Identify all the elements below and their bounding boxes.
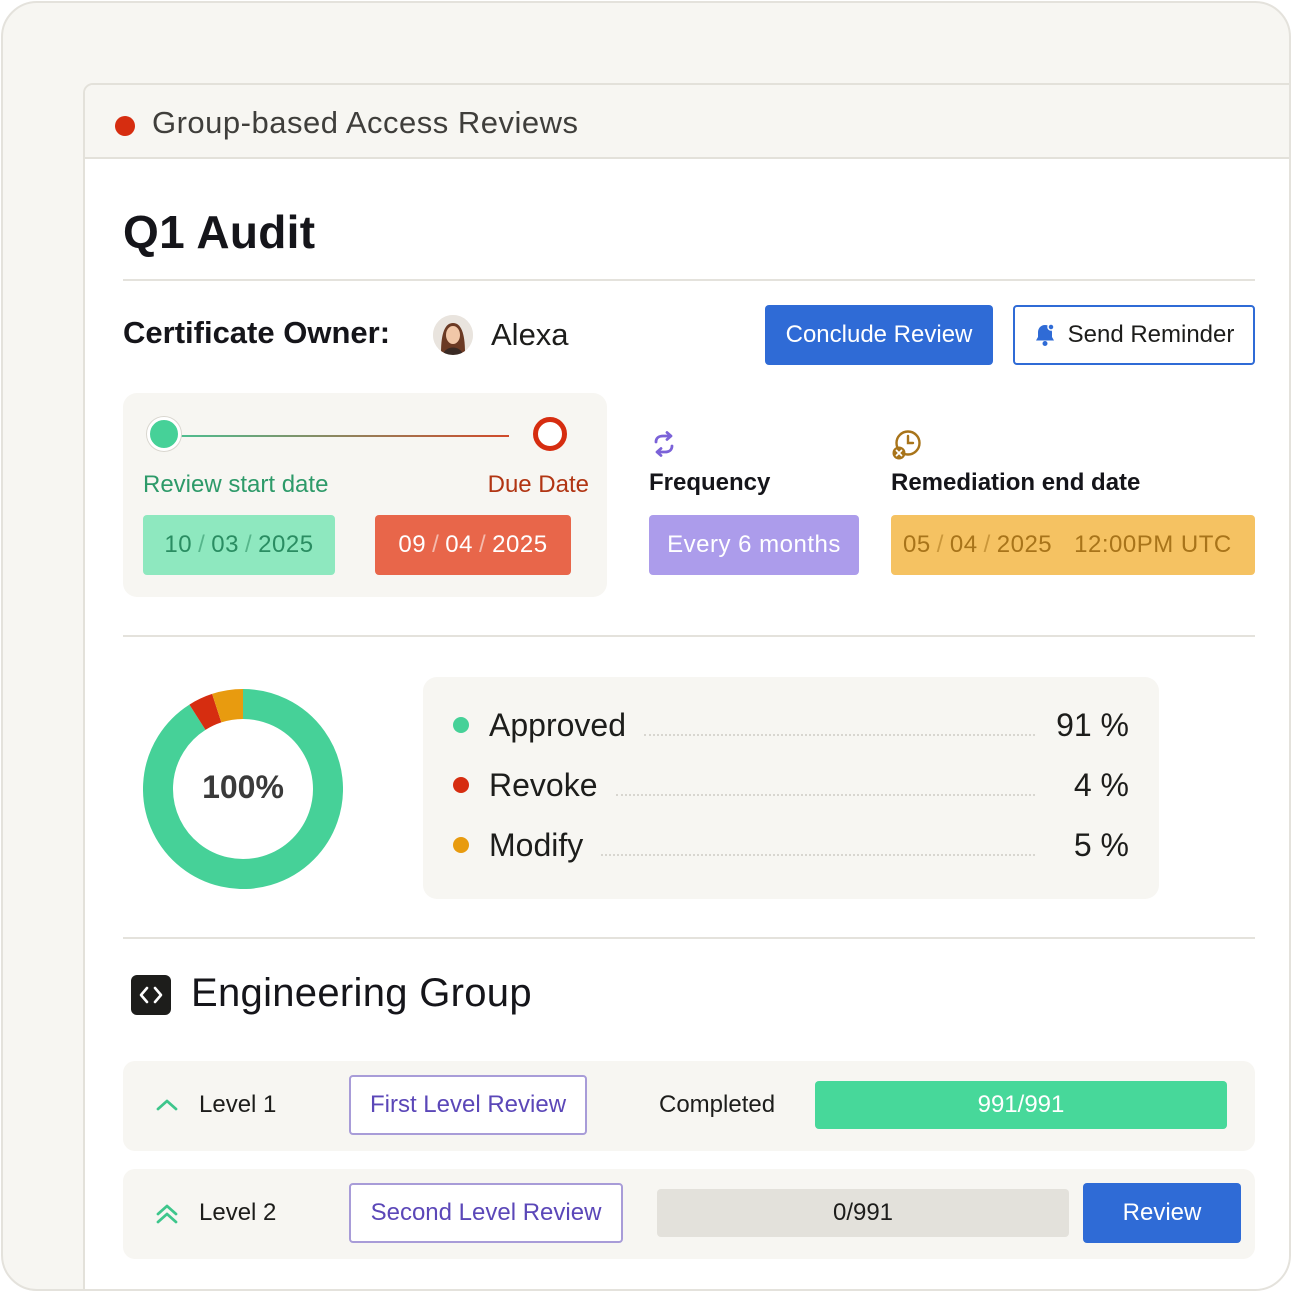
dotted-leader xyxy=(615,794,1035,796)
rem-year: 2025 xyxy=(996,531,1053,558)
progress-text: 991/991 xyxy=(977,1091,1065,1118)
due-year: 2025 xyxy=(492,531,548,558)
level-progress-bar: 991/991 xyxy=(815,1081,1227,1129)
start-date-field[interactable]: 10/ 03/ 2025 xyxy=(143,515,335,575)
donut-slice-modify xyxy=(212,689,244,723)
level-status: Completed xyxy=(659,1091,776,1118)
timeline-line xyxy=(147,435,509,437)
avatar[interactable] xyxy=(433,315,473,355)
stat-row-revoke: Revoke 4 % xyxy=(453,765,1129,805)
conclude-review-button[interactable]: Conclude Review xyxy=(765,305,993,365)
chevron-up-icon xyxy=(156,1099,178,1111)
rem-time: 12:00PM UTC xyxy=(1074,531,1232,558)
divider xyxy=(123,279,1255,281)
level-row: Level 2 Second Level Review 0/991 Review xyxy=(123,1169,1255,1259)
due-month: 04 xyxy=(445,531,473,558)
level-row: Level 1 First Level Review Completed 991… xyxy=(123,1061,1255,1151)
stat-row-approved: Approved 91 % xyxy=(453,705,1129,745)
stat-name: Approved xyxy=(489,706,626,743)
frequency-label: Frequency xyxy=(649,469,771,496)
bell-icon xyxy=(1035,323,1055,346)
code-icon xyxy=(131,975,171,1015)
window-title: Group-based Access Reviews xyxy=(152,105,579,140)
send-reminder-label: Send Reminder xyxy=(1067,321,1235,348)
send-reminder-button[interactable]: Send Reminder xyxy=(1013,305,1255,365)
review-button[interactable]: Review xyxy=(1083,1183,1241,1243)
stat-value: 5 % xyxy=(1073,826,1129,863)
stat-row-modify: Modify 5 % xyxy=(453,825,1129,865)
modify-dot xyxy=(453,837,469,853)
double-chevron-up-icon xyxy=(156,1204,178,1224)
start-day: 10 xyxy=(164,531,193,558)
page-title: Q1 Audit xyxy=(123,206,316,258)
status-dot xyxy=(115,116,135,136)
donut-total-label: 100% xyxy=(202,769,284,805)
second-level-review-button[interactable]: Second Level Review xyxy=(349,1183,623,1243)
start-year: 2025 xyxy=(258,531,314,558)
due-date-label: Due Date xyxy=(487,471,589,498)
stat-value: 91 % xyxy=(1056,706,1129,743)
clock-cancel-icon xyxy=(892,430,921,460)
stat-name: Modify xyxy=(489,826,584,863)
frequency-select[interactable]: Every 6 months xyxy=(649,515,859,575)
remediation-date-field[interactable]: 05/ 04/ 2025 12:00PM UTC xyxy=(891,515,1255,575)
decision-summary-card: Approved 91 % Revoke 4 % Modify 5 % xyxy=(423,677,1159,899)
remediation-label: Remediation end date xyxy=(891,469,1141,496)
first-level-review-button[interactable]: First Level Review xyxy=(349,1075,587,1135)
start-date-label: Review start date xyxy=(143,471,329,498)
due-day: 09 xyxy=(398,531,427,558)
level-progress-bar: 0/991 xyxy=(657,1189,1069,1237)
title-bar: Group-based Access Reviews xyxy=(85,85,1289,159)
app-frame: Group-based Access Reviews Q1 Audit Cert… xyxy=(1,1,1291,1291)
stat-name: Revoke xyxy=(489,766,598,803)
level-name: Level 1 xyxy=(199,1091,277,1118)
owner-label: Certificate Owner: xyxy=(123,315,391,350)
repeat-icon xyxy=(654,431,674,457)
divider xyxy=(123,937,1255,939)
approved-dot xyxy=(453,717,469,733)
start-month: 03 xyxy=(211,531,239,558)
start-marker xyxy=(147,417,181,451)
dotted-leader xyxy=(643,734,1035,736)
stat-value: 4 % xyxy=(1073,766,1129,803)
rem-month: 04 xyxy=(949,531,978,558)
level-name: Level 2 xyxy=(199,1199,277,1226)
owner-name[interactable]: Alexa xyxy=(491,317,569,353)
group-title: Engineering Group xyxy=(191,971,532,1015)
progress-text: 0/991 xyxy=(832,1199,894,1226)
divider xyxy=(123,635,1255,637)
due-marker xyxy=(533,417,567,451)
due-date-field[interactable]: 09/ 04/ 2025 xyxy=(375,515,571,575)
rem-day: 05 xyxy=(903,531,931,558)
revoke-dot xyxy=(453,777,469,793)
donut-slice-revoke xyxy=(189,693,222,731)
dotted-leader xyxy=(601,854,1035,856)
review-window: Group-based Access Reviews Q1 Audit Cert… xyxy=(83,83,1289,1289)
